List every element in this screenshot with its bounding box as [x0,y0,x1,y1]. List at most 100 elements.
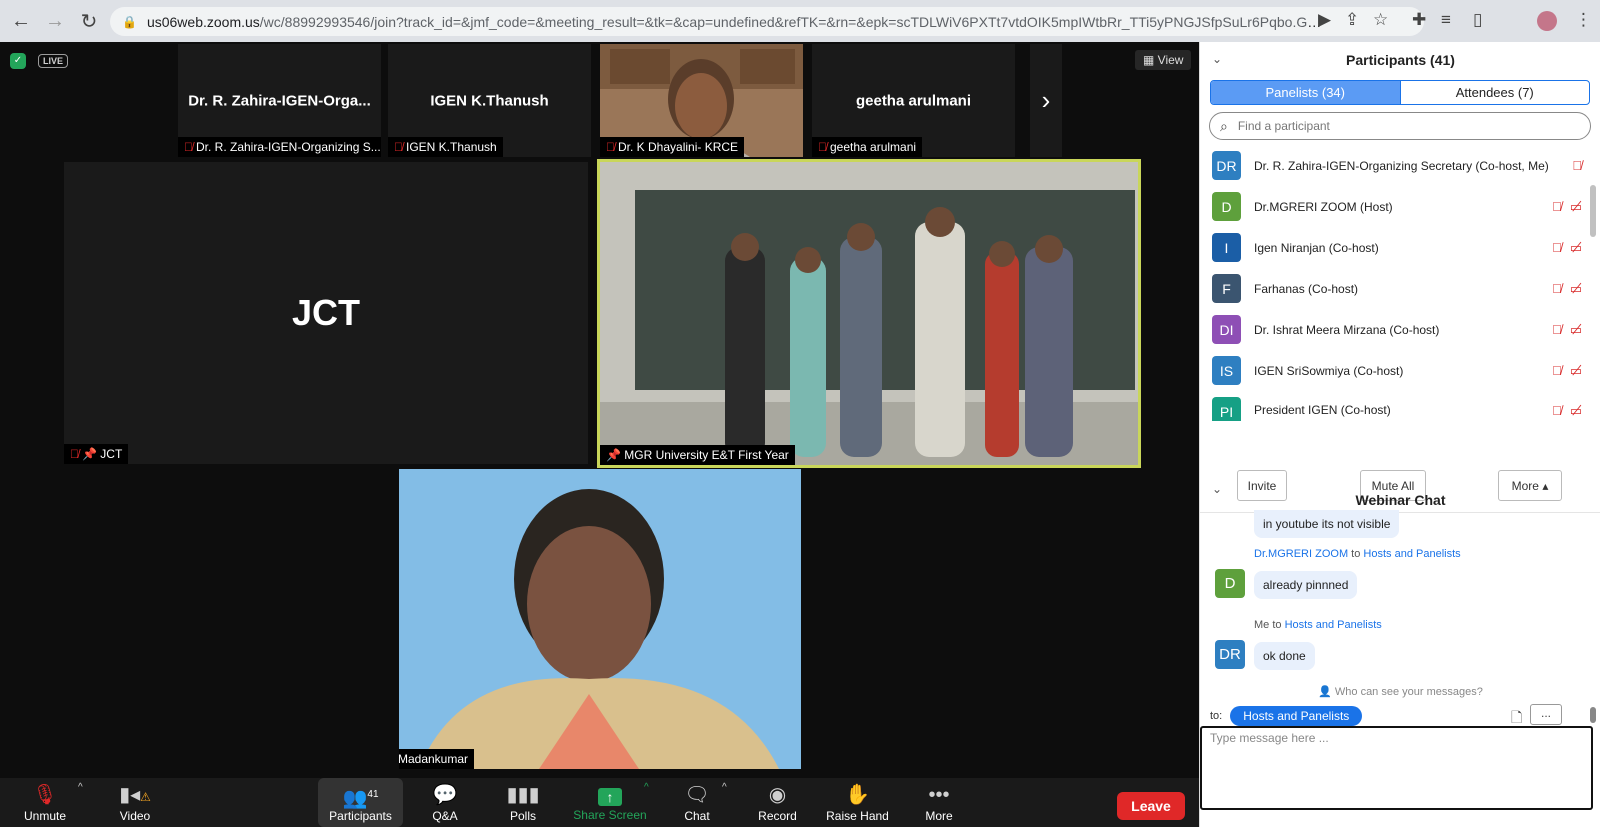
video-off-icon[interactable]: ▭̸ [1570,281,1582,297]
video-button[interactable]: ▮◂⚠ Video [106,778,164,827]
tab-panelists[interactable]: Panelists (34) [1211,81,1400,104]
main-tile-active-speaker[interactable]: 📌 MGR University E&T First Year [597,159,1141,468]
pin-icon: 📌 [82,447,97,461]
participant-row[interactable]: I Igen Niranjan (Co-host) 🎙̸ ▭̸ [1200,227,1590,268]
participant-row[interactable]: F Farhanas (Co-host) 🎙̸ ▭̸ [1200,268,1590,309]
mic-muted-icon[interactable]: 🎙̸ [1552,240,1562,255]
bookmark-star-icon[interactable]: ☆ [1373,10,1388,30]
camera-blocked-icon[interactable]: ▶ [1318,10,1331,30]
audio-options-caret-icon[interactable]: ^ [78,782,83,793]
reload-icon[interactable]: ↻ [76,8,102,34]
mic-muted-icon[interactable]: 🎙̸ [1552,363,1562,378]
profile-avatar[interactable] [1537,11,1557,31]
leave-button[interactable]: Leave [1117,792,1185,820]
chat-message-input[interactable]: Type message here ... [1200,726,1593,810]
search-placeholder: Find a participant [1237,119,1330,133]
participant-row[interactable]: D Dr.MGRERI ZOOM (Host) 🎙̸ ▭̸ [1200,186,1590,227]
chat-options-caret-icon[interactable]: ^ [722,782,727,793]
who-can-see-link[interactable]: 👤 Who can see your messages? [1200,685,1600,698]
view-label: View [1157,53,1184,67]
mic-muted-icon[interactable]: 🎙̸ [1572,158,1582,173]
participant-row[interactable]: PI President IGEN (Co-host) 🎙̸ ▭̸ [1200,391,1590,421]
share-options-caret-icon[interactable]: ^ [644,782,649,793]
video-off-icon[interactable]: ▭̸ [1570,397,1582,419]
chat-message: ok done [1254,642,1315,670]
participant-name: Igen Niranjan (Co-host) [1254,240,1379,255]
video-off-icon[interactable]: ▭̸ [1570,240,1582,256]
video-off-icon[interactable]: ▭̸ [1570,363,1582,379]
chat-recipient-row: to: Hosts and Panelists [1210,706,1363,726]
more-dots-icon: ••• [928,783,950,806]
encryption-shield-icon[interactable]: ✓ [10,53,26,69]
chat-to-word: to [1351,548,1361,560]
chat-more-button[interactable]: ... [1530,704,1562,725]
video-feed-image [399,469,801,769]
participant-name: Dr. Ishrat Meera Mirzana (Co-host) [1254,322,1440,337]
search-icon: ⌕ [1220,117,1228,134]
participant-search-input[interactable]: ⌕ Find a participant [1209,112,1591,140]
strip-tile-4[interactable]: geetha arulmani 🎙̸ geetha arulmani [812,44,1015,157]
share-icon[interactable]: ⇪ [1345,10,1359,30]
participant-avatar: DI [1212,315,1241,344]
mic-muted-icon[interactable]: 🎙̸ [1552,397,1562,418]
raise-hand-button[interactable]: ✋ Raise Hand [820,778,895,827]
person-lock-icon: 👤 [1318,686,1332,698]
recipient-dropdown[interactable]: Hosts and Panelists [1230,706,1363,726]
lock-icon: 🔒 [122,14,137,29]
video-off-icon[interactable]: ▭̸ [1570,199,1582,215]
strip-tile-2[interactable]: IGEN K.Thanush 🎙̸ IGEN K.Thanush [388,44,591,157]
media-control-icon[interactable]: ≡ [1441,10,1451,30]
participant-row[interactable]: DI Dr. Ishrat Meera Mirzana (Co-host) 🎙̸… [1200,309,1590,350]
tile-name-text: Dr. R. Zahira-IGEN-Organizing S... [196,140,381,154]
url-text: us06web.zoom.us/wc/88992993546/join?trac… [147,14,1327,30]
share-screen-button[interactable]: ↑ Share Screen [570,778,650,827]
more-label: More [925,808,953,823]
forward-arrow-icon[interactable]: → [42,8,68,34]
video-off-icon[interactable]: ▭̸ [1570,322,1582,338]
mic-muted-icon: 🎙̸ [818,140,827,154]
tile-name-label: 🎙̸📌 Dr.S.Madankumar [399,749,474,769]
main-tile-presenter[interactable]: 🎙̸📌 Dr.S.Madankumar [399,469,801,769]
who-can-see-text: Who can see your messages? [1334,686,1483,698]
chat-button[interactable]: 🗨 Chat [672,778,722,827]
chat-sender-line: Dr.MGRERI ZOOM to Hosts and Panelists [1254,548,1461,560]
chat-scrollbar[interactable] [1590,707,1596,723]
address-bar[interactable]: 🔒 us06web.zoom.us/wc/88992993546/join?tr… [110,7,1424,36]
participants-title: Participants (41) [1346,52,1455,68]
browser-menu-icon[interactable]: ⋮ [1575,10,1592,30]
pin-icon: 📌 [606,448,621,462]
more-button[interactable]: ••• More [914,778,964,827]
mic-muted-icon[interactable]: 🎙̸ [1552,281,1562,296]
participant-tabs: Panelists (34) Attendees (7) [1210,80,1590,105]
tile-display-name: Dr. R. Zahira-IGEN-Orga... [188,92,371,109]
polls-button[interactable]: ▮▮▮ Polls [498,778,548,827]
strip-tile-3-video[interactable]: 🎙̸ Dr. K Dhayalini- KRCE [600,44,803,157]
tile-name-text: geetha arulmani [830,140,917,154]
mic-muted-icon[interactable]: 🎙̸ [1552,322,1562,337]
strip-tile-1[interactable]: Dr. R. Zahira-IGEN-Orga... 🎙̸ Dr. R. Zahi… [178,44,381,157]
live-badge: LIVE [38,54,69,68]
view-button[interactable]: ▦ View [1135,50,1192,70]
qa-icon: 💬 [432,783,458,806]
side-panel-icon[interactable]: ▯ [1473,10,1482,30]
extensions-icon[interactable]: ✚ [1412,10,1426,30]
back-arrow-icon[interactable]: ← [8,8,34,34]
participant-avatar: DR [1212,151,1241,180]
next-page-chevron-icon[interactable]: › [1030,44,1062,157]
participant-row[interactable]: IS IGEN SriSowmiya (Co-host) 🎙̸ ▭̸ [1200,350,1590,391]
video-label: Video [119,808,151,823]
participant-name: President IGEN (Co-host) [1254,403,1391,417]
participant-row[interactable]: DR Dr. R. Zahira-IGEN-Organizing Secreta… [1200,145,1590,186]
participants-scrollbar[interactable] [1590,185,1596,237]
unmute-button[interactable]: 🎙 Unmute [14,778,76,827]
meeting-toolbar: 🎙 Unmute ^ ▮◂⚠ Video 👥41 Participants 💬 … [0,778,1199,827]
polls-icon: ▮▮▮ [506,783,540,806]
participants-count: 41 [367,788,379,800]
tab-attendees[interactable]: Attendees (7) [1399,81,1590,104]
main-tile-jct[interactable]: JCT 🎙̸ 📌 JCT [64,162,588,464]
record-button[interactable]: ◉ Record [750,778,805,827]
qa-button[interactable]: 💬 Q&A [420,778,470,827]
mic-muted-icon[interactable]: 🎙̸ [1552,199,1562,214]
tile-name-label: 🎙̸ 📌 JCT [64,444,129,464]
participants-button[interactable]: 👥41 Participants [318,778,403,827]
